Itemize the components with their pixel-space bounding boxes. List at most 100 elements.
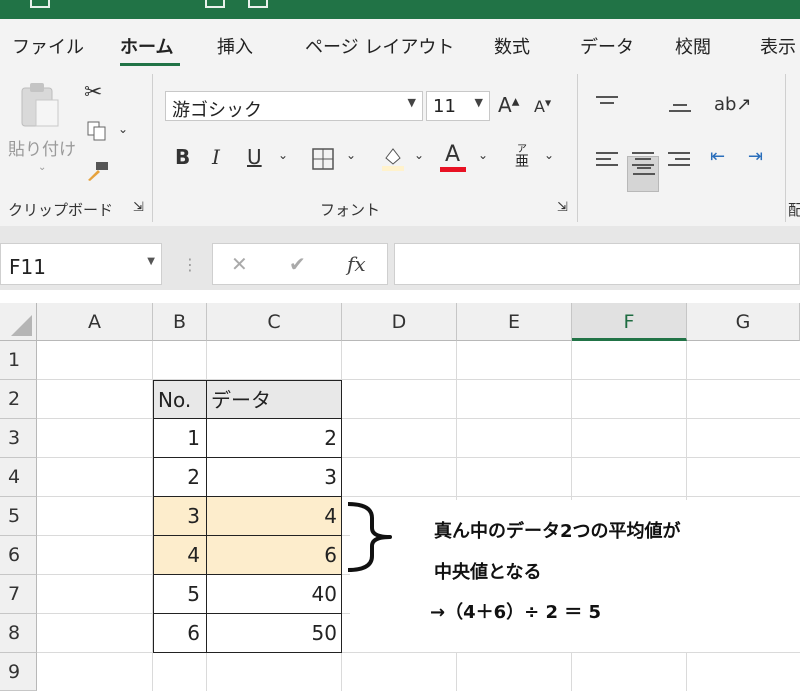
font-size-value: 11 [433, 96, 456, 117]
bold-button[interactable]: B [175, 147, 190, 167]
align-left-icon[interactable] [596, 152, 618, 170]
align-center-icon[interactable] [632, 152, 654, 170]
paste-label: 貼り付け [8, 140, 76, 160]
italic-button[interactable]: I [212, 147, 220, 167]
table-header-no[interactable]: No. [154, 381, 206, 419]
select-all-corner[interactable] [0, 303, 37, 341]
quick-access-icon[interactable] [205, 0, 225, 8]
column-header-a[interactable]: A [37, 303, 153, 341]
table-cell-value[interactable]: 2 [207, 419, 341, 458]
table-cell-value[interactable]: 40 [207, 575, 341, 614]
paste-icon [21, 83, 59, 127]
cancel-icon[interactable]: ✕ [231, 252, 248, 276]
save-icon[interactable] [30, 0, 50, 8]
shrink-font-button[interactable]: A▼ [534, 99, 551, 115]
enter-icon[interactable]: ✔ [289, 252, 306, 276]
table-cell-no-highlighted[interactable]: 4 [154, 536, 206, 575]
row-header-4[interactable]: 4 [0, 458, 37, 497]
formula-input[interactable] [394, 243, 800, 285]
phonetic-bottom-label: 亜 [515, 154, 529, 170]
copy-icon[interactable] [86, 120, 108, 142]
decrease-indent-icon[interactable]: ⇤ [710, 148, 725, 166]
annotation-line-1: 真ん中のデータ2つの平均値が [434, 521, 681, 542]
tab-file[interactable]: ファイル [12, 33, 84, 59]
table-cell-no[interactable]: 2 [154, 458, 206, 497]
gridline [37, 379, 800, 380]
tab-formulas[interactable]: 数式 [494, 33, 530, 59]
curly-brace-icon [347, 502, 392, 572]
chevron-down-icon[interactable]: ▼ [408, 96, 416, 109]
copy-dropdown-icon[interactable]: ⌄ [118, 122, 128, 136]
font-dialog-launcher-icon[interactable]: ⇲ [557, 201, 568, 214]
column-header-d[interactable]: D [342, 303, 457, 341]
insert-function-icon[interactable]: fx [347, 252, 366, 276]
name-box[interactable]: F11 ▼ [0, 243, 162, 285]
table-header-data[interactable]: データ [207, 381, 341, 419]
table-divider [153, 613, 342, 614]
column-header-e[interactable]: E [457, 303, 572, 341]
row-header-9[interactable]: 9 [0, 653, 37, 691]
tab-view[interactable]: 表示 [760, 33, 796, 59]
align-right-icon[interactable] [668, 152, 690, 170]
phonetic-dropdown-icon[interactable]: ⌄ [544, 148, 554, 162]
column-header-b[interactable]: B [153, 303, 207, 341]
row-header-7[interactable]: 7 [0, 575, 37, 614]
phonetic-guide-button[interactable]: ア 亜 [512, 144, 532, 174]
align-top-icon[interactable] [596, 96, 618, 114]
tab-page-layout[interactable]: ページ レイアウト [305, 33, 454, 59]
chevron-down-icon[interactable]: ▼ [475, 96, 483, 109]
orientation-icon[interactable]: ab↗ [714, 96, 752, 114]
column-header-g[interactable]: G [687, 303, 800, 341]
table-cell-value-highlighted[interactable]: 4 [207, 497, 341, 536]
row-header-8[interactable]: 8 [0, 614, 37, 653]
font-color-button[interactable]: A [445, 144, 460, 166]
grow-font-button[interactable]: A▲ [498, 95, 519, 115]
column-header-f[interactable]: F [572, 303, 687, 341]
tab-insert[interactable]: 挿入 [217, 33, 253, 59]
alignment-group-label: 配 [788, 201, 800, 219]
group-divider [577, 74, 578, 222]
table-cell-no-highlighted[interactable]: 3 [154, 497, 206, 536]
fill-color-icon[interactable] [380, 144, 406, 172]
paste-button[interactable] [18, 80, 62, 130]
format-painter-icon[interactable] [84, 160, 110, 182]
align-bottom-icon[interactable] [669, 104, 691, 122]
table-cell-no[interactable]: 5 [154, 575, 206, 614]
row-header-5[interactable]: 5 [0, 497, 37, 536]
tab-home[interactable]: ホーム [120, 33, 173, 59]
fill-color-dropdown-icon[interactable]: ⌄ [414, 148, 424, 162]
paste-dropdown-icon[interactable]: ⌄ [38, 162, 46, 173]
tab-data[interactable]: データ [580, 33, 634, 59]
font-name-combo[interactable]: 游ゴシック ▼ [165, 91, 423, 121]
row-header-6[interactable]: 6 [0, 536, 37, 575]
increase-indent-icon[interactable]: ⇥ [748, 148, 763, 166]
formula-buttons: ✕ ✔ fx [212, 243, 388, 285]
table-cell-value-highlighted[interactable]: 6 [207, 536, 341, 575]
print-preview-icon[interactable] [248, 0, 268, 8]
chevron-down-icon[interactable]: ▼ [147, 256, 155, 267]
table-divider [153, 457, 342, 458]
annotation-line-2: 中央値となる [434, 562, 542, 583]
cut-icon[interactable]: ✂ [84, 82, 102, 104]
row-header-3[interactable]: 3 [0, 419, 37, 458]
borders-icon[interactable] [312, 148, 334, 170]
table-cell-value[interactable]: 50 [207, 614, 341, 652]
underline-dropdown-icon[interactable]: ⌄ [278, 148, 288, 162]
underline-button[interactable]: U [247, 147, 262, 167]
table-cell-no[interactable]: 1 [154, 419, 206, 458]
table-divider [153, 418, 342, 419]
font-color-dropdown-icon[interactable]: ⌄ [478, 148, 488, 162]
tab-review[interactable]: 校閲 [675, 33, 711, 59]
row-header-2[interactable]: 2 [0, 380, 37, 419]
active-tab-indicator [120, 63, 180, 66]
borders-dropdown-icon[interactable]: ⌄ [346, 148, 356, 162]
table-cell-no[interactable]: 6 [154, 614, 206, 652]
annotation-line-3: →（4＋6）÷ 2 ＝ 5 [430, 602, 602, 623]
font-size-combo[interactable]: 11 ▼ [426, 91, 490, 121]
table-cell-value[interactable]: 3 [207, 458, 341, 497]
row-header-1[interactable]: 1 [0, 341, 37, 380]
name-box-value: F11 [9, 255, 46, 279]
formula-bar-splitter-icon[interactable]: ⋮ [182, 255, 198, 274]
column-header-c[interactable]: C [207, 303, 342, 341]
clipboard-dialog-launcher-icon[interactable]: ⇲ [133, 201, 144, 214]
